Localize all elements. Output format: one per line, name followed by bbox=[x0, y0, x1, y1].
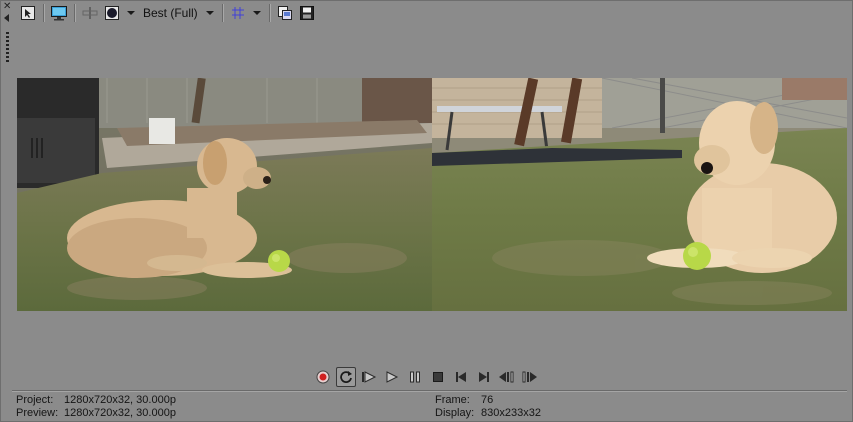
display-info: Display: 830x233x32 bbox=[435, 407, 541, 419]
preview-value: 1280x720x32, 30.000p bbox=[64, 407, 176, 419]
next-marker-icon bbox=[522, 371, 537, 383]
select-tool-icon bbox=[21, 6, 35, 20]
previous-marker-button[interactable] bbox=[497, 367, 517, 387]
preview-info: Preview: 1280x720x32, 30.000p bbox=[16, 407, 176, 419]
transport-controls bbox=[313, 366, 540, 388]
record-button[interactable] bbox=[313, 367, 333, 387]
frame-value: 76 bbox=[481, 394, 494, 406]
frame-label: Frame: bbox=[435, 394, 470, 406]
previous-marker-icon bbox=[499, 371, 514, 383]
next-marker-button[interactable] bbox=[520, 367, 540, 387]
project-info: Project: 1280x720x32, 30.000p bbox=[16, 394, 176, 406]
save-snapshot-icon bbox=[299, 6, 314, 20]
toolbar-separator bbox=[268, 4, 270, 22]
external-monitor-icon bbox=[51, 6, 67, 21]
loop-icon bbox=[340, 371, 352, 383]
stop-icon bbox=[433, 372, 443, 382]
pin-arrow-icon[interactable] bbox=[4, 14, 9, 22]
toolbar-separator bbox=[221, 4, 223, 22]
dog-scene-processed-image bbox=[432, 78, 847, 311]
loop-playback-button[interactable] bbox=[336, 367, 356, 387]
overlay-icon bbox=[105, 6, 119, 20]
split-screen-icon bbox=[82, 7, 98, 19]
previous-frame-icon bbox=[456, 372, 466, 382]
preview-left-panel bbox=[17, 78, 432, 311]
save-snapshot-button[interactable] bbox=[297, 3, 317, 23]
external-monitor-button[interactable] bbox=[49, 3, 69, 23]
next-frame-icon bbox=[479, 372, 489, 382]
display-label: Display: bbox=[435, 407, 475, 419]
play-icon bbox=[386, 371, 399, 383]
play-from-start-button[interactable] bbox=[359, 367, 379, 387]
close-icon[interactable]: ✕ bbox=[3, 2, 11, 12]
previous-frame-button[interactable] bbox=[451, 367, 471, 387]
dog-scene-original-image bbox=[17, 78, 432, 311]
preview-toolbar: Best (Full) bbox=[18, 2, 317, 24]
copy-snapshot-icon bbox=[277, 6, 292, 20]
quality-dropdown-arrow-icon[interactable] bbox=[205, 11, 214, 15]
dock-handle[interactable]: ✕ bbox=[2, 2, 14, 64]
select-tool-button[interactable] bbox=[18, 3, 38, 23]
display-value: 830x233x32 bbox=[481, 407, 541, 419]
stop-button[interactable] bbox=[428, 367, 448, 387]
grid-icon bbox=[231, 7, 244, 19]
overlay-dropdown-arrow-icon[interactable] bbox=[127, 11, 135, 15]
pause-icon bbox=[410, 371, 420, 383]
copy-snapshot-button[interactable] bbox=[275, 3, 295, 23]
overlay-button[interactable] bbox=[102, 3, 122, 23]
preview-quality-dropdown[interactable]: Best (Full) bbox=[140, 6, 201, 20]
grip-icon[interactable] bbox=[6, 32, 9, 62]
next-frame-button[interactable] bbox=[474, 367, 494, 387]
video-frame[interactable] bbox=[17, 78, 847, 311]
toolbar-separator bbox=[43, 4, 44, 22]
preview-right-panel bbox=[432, 78, 847, 311]
preview-quality-label: Best (Full) bbox=[143, 6, 198, 20]
project-label: Project: bbox=[16, 394, 54, 406]
grid-button[interactable] bbox=[228, 3, 248, 23]
split-screen-button[interactable] bbox=[80, 3, 100, 23]
play-button[interactable] bbox=[382, 367, 402, 387]
frame-info: Frame: 76 bbox=[435, 394, 493, 406]
play-from-start-icon bbox=[362, 371, 377, 383]
pause-button[interactable] bbox=[405, 367, 425, 387]
toolbar-separator bbox=[74, 4, 75, 22]
grid-dropdown-arrow-icon[interactable] bbox=[252, 11, 261, 15]
preview-label: Preview: bbox=[16, 407, 59, 419]
status-divider bbox=[12, 390, 847, 391]
record-icon bbox=[316, 370, 330, 384]
project-value: 1280x720x32, 30.000p bbox=[64, 394, 176, 406]
